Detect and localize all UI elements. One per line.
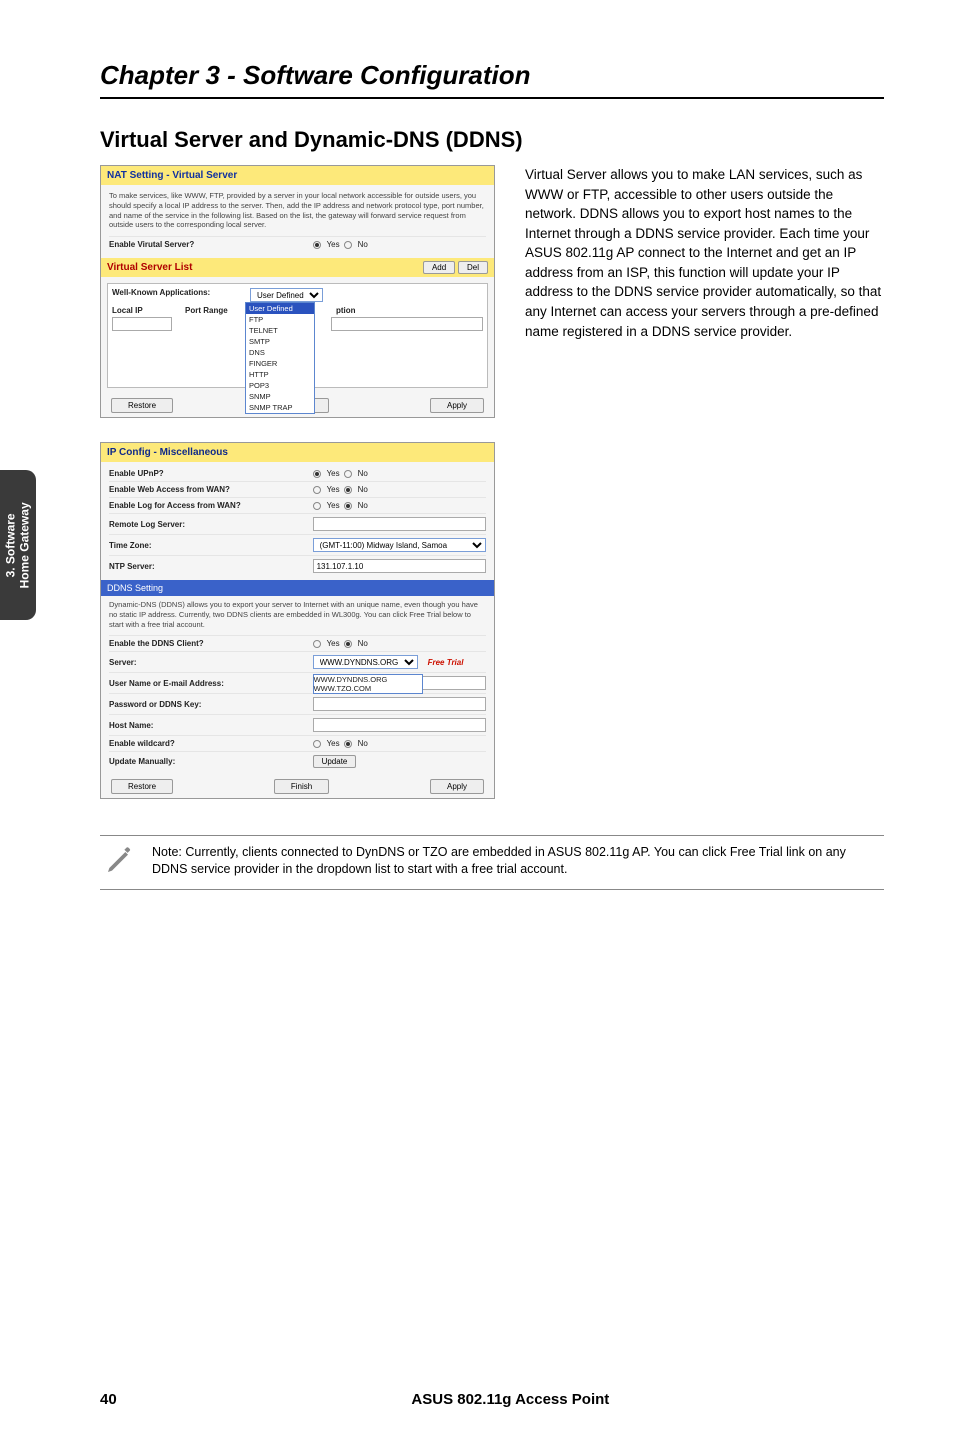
ddns-pass-label: Password or DDNS Key: [109, 700, 313, 709]
dd-opt-4[interactable]: DNS [246, 347, 314, 358]
ipconfig-title: IP Config - Miscellaneous [101, 443, 494, 462]
wk-apps-select[interactable]: User Defined [250, 288, 323, 302]
logwan-yes-text: Yes [327, 501, 340, 510]
tz-label: Time Zone: [109, 541, 313, 550]
dd-opt-0[interactable]: User Defined [246, 303, 314, 314]
free-trial-link[interactable]: Free Trial [428, 658, 464, 667]
ipc-finish-button[interactable]: Finish [274, 779, 329, 794]
ddns-enable-label: Enable the DDNS Client? [109, 639, 313, 648]
page-number: 40 [100, 1391, 117, 1408]
upnp-no-text: No [358, 469, 368, 478]
ddns-server-opts-popup[interactable]: WWW.DYNDNS.ORG WWW.TZO.COM [313, 674, 423, 694]
vs-apply-button[interactable]: Apply [430, 398, 484, 413]
dd-opt-5[interactable]: FINGER [246, 358, 314, 369]
vs-del-button[interactable]: Del [458, 261, 488, 274]
ddns-host-input[interactable] [313, 718, 486, 732]
ddns-server-label: Server: [109, 658, 313, 667]
wk-apps-label: Well-Known Applications: [112, 288, 242, 302]
th-ption: ption [336, 306, 483, 315]
page-footer: 40 ASUS 802.11g Access Point [0, 1391, 954, 1408]
chapter-title: Chapter 3 - Software Configuration [100, 60, 884, 99]
remotelog-label: Remote Log Server: [109, 520, 313, 529]
dd-opt-3[interactable]: SMTP [246, 336, 314, 347]
ddns-no-radio[interactable] [344, 640, 352, 648]
wk-dropdown-open[interactable]: User Defined FTP TELNET SMTP DNS FINGER … [245, 302, 315, 414]
update-label: Update Manually: [109, 757, 313, 766]
ddns-wild-label: Enable wildcard? [109, 739, 313, 748]
nat-virtual-server-panel: NAT Setting - Virtual Server To make ser… [100, 165, 495, 418]
upnp-no-radio[interactable] [344, 470, 352, 478]
ddns-server-select[interactable]: WWW.DYNDNS.ORG [313, 655, 418, 669]
ddns-pass-input[interactable] [313, 697, 486, 711]
vs-restore-button[interactable]: Restore [111, 398, 173, 413]
webwan-yes-text: Yes [327, 485, 340, 494]
ipc-restore-button[interactable]: Restore [111, 779, 173, 794]
remotelog-input[interactable] [313, 517, 486, 531]
webwan-no-text: No [358, 485, 368, 494]
dd-opt-7[interactable]: POP3 [246, 380, 314, 391]
wild-no-text: No [358, 739, 368, 748]
ddns-user-label: User Name or E-mail Address: [109, 679, 313, 688]
dd-opt-1[interactable]: FTP [246, 314, 314, 325]
vs-no-text: No [358, 240, 368, 249]
vs-table: Well-Known Applications: User Defined Lo… [107, 283, 488, 388]
dd-opt-2[interactable]: TELNET [246, 325, 314, 336]
ntp-label: NTP Server: [109, 562, 313, 571]
footer-title: ASUS 802.11g Access Point [137, 1391, 884, 1408]
logwan-no-radio[interactable] [344, 502, 352, 510]
logwan-yes-radio[interactable] [313, 502, 321, 510]
ddns-yes-text: Yes [327, 639, 340, 648]
vs-yes-radio[interactable] [313, 241, 321, 249]
th-portrange: Port Range [185, 306, 250, 315]
webwan-yes-radio[interactable] [313, 486, 321, 494]
explanation-paragraph: Virtual Server allows you to make LAN se… [525, 165, 884, 341]
ddns-host-label: Host Name: [109, 721, 313, 730]
vs-no-radio[interactable] [344, 241, 352, 249]
upnp-yes-radio[interactable] [313, 470, 321, 478]
dd-opt-6[interactable]: HTTP [246, 369, 314, 380]
ntp-input[interactable] [313, 559, 486, 573]
desc-input[interactable] [331, 317, 483, 331]
webwan-no-radio[interactable] [344, 486, 352, 494]
upnp-label: Enable UPnP? [109, 469, 313, 478]
wild-yes-text: Yes [327, 739, 340, 748]
dd-opt-9[interactable]: SNMP TRAP [246, 402, 314, 413]
localip-input[interactable] [112, 317, 172, 331]
enable-vs-label: Enable Virutal Server? [109, 240, 313, 249]
ddns-header: DDNS Setting [101, 580, 494, 596]
wild-no-radio[interactable] [344, 740, 352, 748]
ddns-yes-radio[interactable] [313, 640, 321, 648]
webwan-label: Enable Web Access from WAN? [109, 485, 313, 494]
ddns-no-text: No [358, 639, 368, 648]
vs-add-button[interactable]: Add [423, 261, 455, 274]
vs-yes-text: Yes [327, 240, 340, 249]
dd-opt-8[interactable]: SNMP [246, 391, 314, 402]
note-text: Note: Currently, clients connected to Dy… [152, 844, 880, 878]
logwan-label: Enable Log for Access from WAN? [109, 501, 313, 510]
wild-yes-radio[interactable] [313, 740, 321, 748]
upnp-yes-text: Yes [327, 469, 340, 478]
update-button[interactable]: Update [313, 755, 357, 768]
logwan-no-text: No [358, 501, 368, 510]
ipc-apply-button[interactable]: Apply [430, 779, 484, 794]
pencil-icon [104, 844, 136, 881]
nat-panel-title: NAT Setting - Virtual Server [101, 166, 494, 185]
ddns-desc: Dynamic-DNS (DDNS) allows you to export … [109, 600, 486, 629]
nat-desc: To make services, like WWW, FTP, provide… [109, 191, 486, 230]
tz-select[interactable]: (GMT-11:00) Midway Island, Samoa [313, 538, 486, 552]
th-localip: Local IP [112, 306, 177, 315]
ipconfig-panel: IP Config - Miscellaneous Enable UPnP? Y… [100, 442, 495, 799]
section-title: Virtual Server and Dynamic-DNS (DDNS) [100, 127, 884, 153]
vs-list-title: Virtual Server List [107, 262, 192, 273]
